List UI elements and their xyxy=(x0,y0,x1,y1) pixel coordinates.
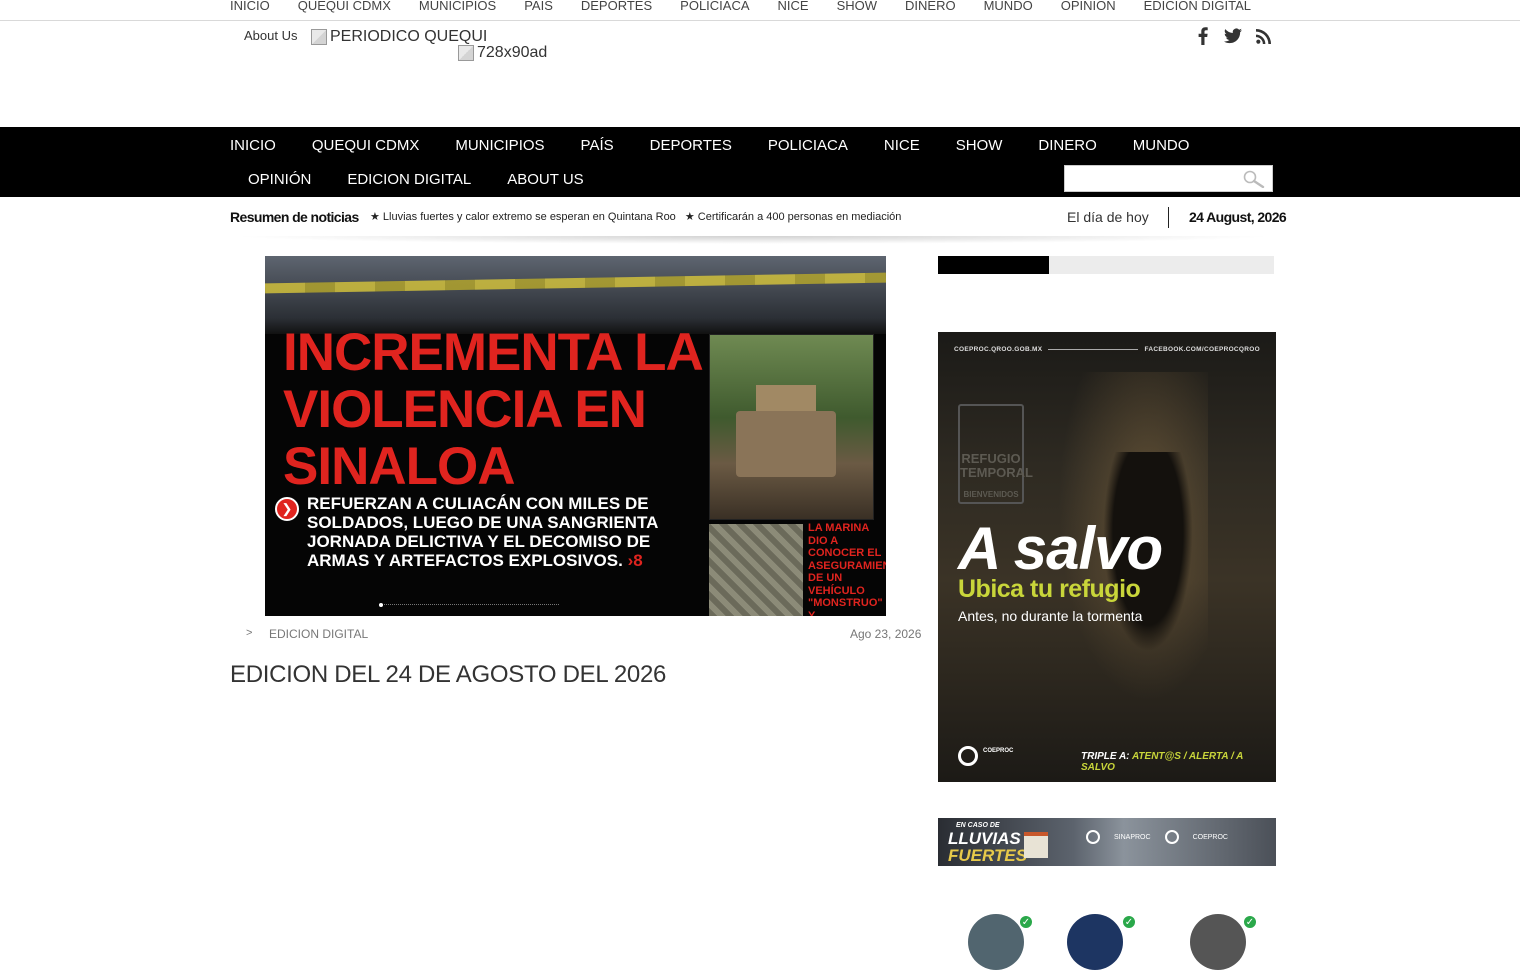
breadcrumb-separator: > xyxy=(246,627,253,639)
main-nav-row-1: INICIO QUEQUI CDMX MUNICIPIOS PAÍS DEPOR… xyxy=(230,137,1225,154)
avatar[interactable] xyxy=(1190,914,1246,970)
top-nav-item-nice[interactable]: NICE xyxy=(778,0,809,13)
banner-title: LLUVIAS FUERTES xyxy=(948,830,1027,864)
slider-track xyxy=(379,604,559,606)
about-us-link[interactable]: About Us xyxy=(244,28,297,43)
ad-refugio-sign-sub: BIENVENIDOS xyxy=(963,490,1019,499)
sidebar-progress-bar xyxy=(938,256,1274,274)
coeproc-logo-icon xyxy=(1164,830,1179,844)
nav-item-opinion[interactable]: OPINIÓN xyxy=(248,171,311,188)
banner-logos: SINAPROC COEPROC xyxy=(1086,830,1228,844)
ticker-item[interactable]: ★ Lluvias fuertes y calor extremo se esp… xyxy=(370,211,676,223)
nav-item-edicion-digital[interactable]: EDICION DIGITAL xyxy=(347,171,471,188)
cover-subhead-text: REFUERZAN A CULIACÁN CON MILES DE SOLDAD… xyxy=(307,494,658,570)
ad-headline: A salvo xyxy=(958,515,1163,582)
nav-item-nice[interactable]: NICE xyxy=(884,137,920,154)
chevron-right-icon: ❯ xyxy=(275,497,299,521)
cover-subhead: REFUERZAN A CULIACÁN CON MILES DE SOLDAD… xyxy=(307,494,707,570)
ticker-label: Resumen de noticias xyxy=(230,209,359,225)
top-nav-item-municipios[interactable]: MUNICIPIOS xyxy=(419,0,496,13)
today-date: 24 August, 2026 xyxy=(1189,209,1287,225)
nav-item-pais[interactable]: PAÍS xyxy=(581,137,614,154)
top-nav-item-quequi-cdmx[interactable]: QUEQUI CDMX xyxy=(298,0,391,13)
rss-icon[interactable] xyxy=(1254,26,1272,46)
top-nav: INICIO QUEQUI CDMX MUNICIPIOS PAIS DEPOR… xyxy=(0,0,1520,21)
top-nav-item-policiaca[interactable]: POLICIACA xyxy=(680,0,749,13)
social-links xyxy=(1194,26,1272,46)
nav-item-show[interactable]: SHOW xyxy=(956,137,1003,154)
article-category-link[interactable]: EDICION DIGITAL xyxy=(269,627,368,641)
house-icon xyxy=(1024,832,1048,858)
top-nav-item-pais[interactable]: PAIS xyxy=(524,0,553,13)
broken-image-icon xyxy=(311,29,327,45)
nav-item-deportes[interactable]: DEPORTES xyxy=(650,137,732,154)
truck-body xyxy=(736,411,836,477)
featured-cover-image[interactable]: INCREMENTA LA VIOLENCIA EN SINALOA ❯ REF… xyxy=(265,256,886,616)
top-nav-item-show[interactable]: SHOW xyxy=(837,0,877,13)
search-input[interactable] xyxy=(1064,165,1273,192)
header-ad-alt: 728x90ad xyxy=(477,44,548,61)
nav-item-about-us[interactable]: ABOUT US xyxy=(507,171,583,188)
ad-refugio-sign: REFUGIO TEMPORAL BIENVENIDOS xyxy=(958,404,1033,504)
banner-small-text: EN CASO DE xyxy=(956,822,1000,829)
ticker-item[interactable]: ★ Certificarán a 400 personas en mediaci… xyxy=(685,211,902,223)
article-date: Ago 23, 2026 xyxy=(850,627,922,641)
ad-footer-prefix: TRIPLE A: xyxy=(1081,751,1130,762)
nav-item-mundo[interactable]: MUNDO xyxy=(1133,137,1190,154)
slider-dot[interactable] xyxy=(379,603,383,607)
cover-side-note: LA MARINA DIO A CONOCER EL ASEGURAMIENTO… xyxy=(808,522,886,616)
ad-tagline: Antes, no durante la tormenta xyxy=(958,608,1143,624)
nav-item-dinero[interactable]: DINERO xyxy=(1038,137,1096,154)
banner-logo-coeproc: COEPROC xyxy=(1192,833,1228,841)
sidebar-progress-fill xyxy=(938,256,1049,274)
ad-logo-text: COEPROC xyxy=(983,748,1014,754)
sidebar-banner-lluvias[interactable]: EN CASO DE LLUVIAS FUERTES SINAPROC COEP… xyxy=(938,818,1276,866)
today-divider xyxy=(1168,207,1169,228)
avatar[interactable] xyxy=(1067,914,1123,970)
cover-photo-explosives xyxy=(709,524,803,616)
today-label: El día de hoy xyxy=(1067,209,1149,225)
sidebar-ad-coeproc[interactable]: COEPROC.QROO.GOB.MX FACEBOOK.COM/COEPROC… xyxy=(938,332,1276,782)
verified-icon: ✓ xyxy=(1019,915,1033,929)
main-nav: INICIO QUEQUI CDMX MUNICIPIOS PAÍS DEPOR… xyxy=(0,127,1520,197)
nav-item-quequi-cdmx[interactable]: QUEQUI CDMX xyxy=(312,137,420,154)
banner-title-line1: LLUVIAS xyxy=(948,829,1021,848)
top-nav-item-dinero[interactable]: DINERO xyxy=(905,0,956,13)
nav-item-inicio[interactable]: INICIO xyxy=(230,137,276,154)
top-nav-list: INICIO QUEQUI CDMX MUNICIPIOS PAIS DEPOR… xyxy=(230,0,1279,13)
facebook-icon[interactable] xyxy=(1194,26,1212,46)
nav-item-policiaca[interactable]: POLICIACA xyxy=(768,137,848,154)
cover-photo-truck xyxy=(709,334,874,520)
avatar[interactable] xyxy=(968,914,1024,970)
ad-subhead: Ubica tu refugio xyxy=(958,575,1141,603)
coeproc-logo-icon xyxy=(958,746,978,766)
nav-item-municipios[interactable]: MUNICIPIOS xyxy=(455,137,544,154)
verified-icon: ✓ xyxy=(1122,915,1136,929)
verified-icon: ✓ xyxy=(1243,915,1257,929)
top-nav-item-mundo[interactable]: MUNDO xyxy=(984,0,1033,13)
ad-social: FACEBOOK.COM/COEPROCQROO xyxy=(1144,346,1260,353)
cover-page-ref: ›8 xyxy=(627,551,643,570)
ad-refugio-sign-text: REFUGIO TEMPORAL xyxy=(960,451,1033,480)
ad-site: COEPROC.QROO.GOB.MX xyxy=(954,346,1043,353)
top-nav-item-opinion[interactable]: OPINION xyxy=(1061,0,1116,13)
main-nav-row-2: OPINIÓN EDICION DIGITAL ABOUT US xyxy=(248,171,620,188)
ticker-shadow xyxy=(230,236,1276,244)
header-ad[interactable]: 728x90ad xyxy=(458,44,547,62)
top-nav-item-edicion-digital[interactable]: EDICION DIGITAL xyxy=(1144,0,1251,13)
ticker-items: ★ Lluvias fuertes y calor extremo se esp… xyxy=(370,210,932,223)
search-icon[interactable] xyxy=(1242,170,1266,193)
ad-footer: TRIPLE A: ATENT@S / ALERTA / A SALVO xyxy=(1081,751,1276,773)
cover-headline: INCREMENTA LA VIOLENCIA EN SINALOA xyxy=(283,323,702,496)
broken-image-icon xyxy=(458,45,474,61)
sinaproc-logo-icon xyxy=(1086,830,1100,844)
ad-top-line: COEPROC.QROO.GOB.MX FACEBOOK.COM/COEPROC… xyxy=(954,346,1260,353)
banner-logo-sinaproc: SINAPROC xyxy=(1114,833,1151,841)
article-title[interactable]: EDICION DEL 24 DE AGOSTO DEL 2026 xyxy=(230,661,666,689)
banner-title-line2: FUERTES xyxy=(948,846,1028,865)
twitter-icon[interactable] xyxy=(1224,26,1242,46)
ad-divider xyxy=(1048,349,1139,350)
top-nav-item-inicio[interactable]: INICIO xyxy=(230,0,270,13)
top-nav-item-deportes[interactable]: DEPORTES xyxy=(581,0,652,13)
